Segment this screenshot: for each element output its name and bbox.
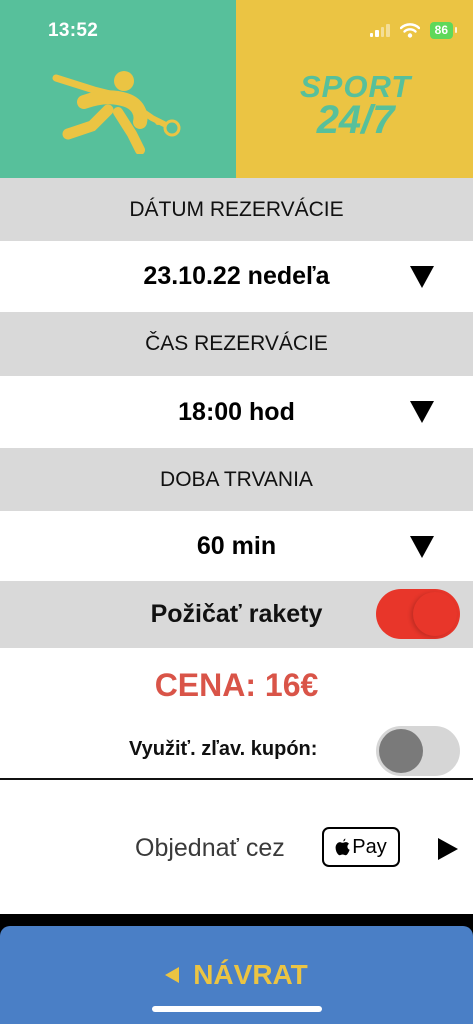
time-dropdown[interactable]: 18:00 hod bbox=[0, 376, 473, 448]
back-arrow-icon bbox=[165, 967, 180, 983]
rackets-label: Požičať rakety bbox=[150, 600, 323, 628]
status-time: 13:52 bbox=[48, 20, 99, 41]
duration-value: 60 min bbox=[196, 531, 277, 560]
bottom-strip bbox=[0, 914, 473, 926]
back-button-label: NÁVRAT bbox=[193, 959, 308, 990]
duration-section-label: DOBA TRVANIA bbox=[0, 448, 473, 511]
order-row[interactable]: Objednať cez Pay bbox=[0, 780, 473, 914]
logo-line-1: SPORT bbox=[300, 69, 412, 104]
date-value: 23.10.22 nedeľa bbox=[143, 262, 330, 290]
date-dropdown[interactable]: 23.10.22 nedeľa bbox=[0, 241, 473, 312]
sport-logo: SPORT 24/7 bbox=[300, 69, 412, 143]
caret-down-icon bbox=[410, 266, 434, 288]
header-left-panel: 13:52 bbox=[0, 0, 236, 178]
caret-down-icon bbox=[410, 401, 434, 423]
date-section-label: DÁTUM REZERVÁCIE bbox=[0, 178, 473, 241]
order-label: Objednať cez bbox=[135, 834, 285, 862]
wifi-icon bbox=[399, 23, 420, 38]
price-text: CENA: 16€ bbox=[0, 648, 473, 722]
apple-icon bbox=[335, 838, 350, 856]
status-icons: 86 bbox=[369, 22, 458, 39]
coupon-toggle[interactable] bbox=[376, 726, 460, 776]
caret-down-icon bbox=[410, 536, 434, 558]
logo-line-2: 24/7 bbox=[316, 98, 395, 143]
home-indicator bbox=[152, 1006, 322, 1012]
apple-pay-button[interactable]: Pay bbox=[322, 827, 400, 867]
rackets-toggle[interactable] bbox=[376, 589, 460, 639]
toggle-knob bbox=[413, 592, 457, 636]
duration-dropdown[interactable]: 60 min bbox=[0, 511, 473, 581]
cellular-signal-icon bbox=[369, 24, 390, 37]
time-value: 18:00 hod bbox=[178, 397, 295, 426]
coupon-label: Využiť. zľav. kupón: bbox=[129, 738, 318, 760]
play-arrow-icon[interactable] bbox=[438, 838, 458, 860]
time-section-label: ČAS REZERVÁCIE bbox=[0, 312, 473, 376]
tennis-player-icon bbox=[52, 71, 181, 154]
battery-icon: 86 bbox=[429, 22, 458, 39]
toggle-knob bbox=[379, 729, 423, 773]
pay-text: Pay bbox=[352, 835, 387, 858]
